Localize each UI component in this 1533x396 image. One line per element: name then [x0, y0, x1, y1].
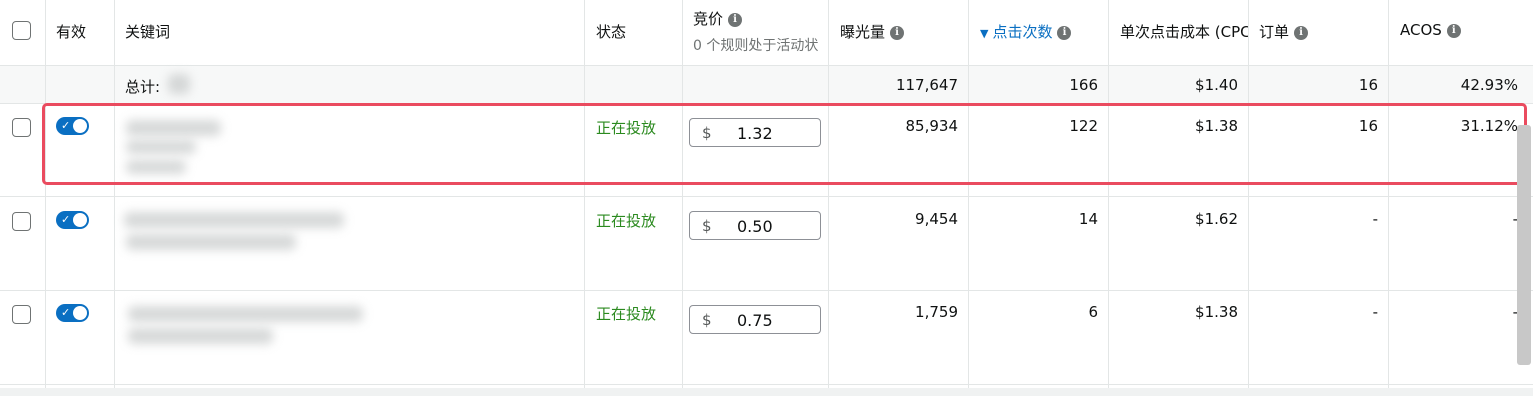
acos-cell: - [1512, 303, 1518, 321]
column-divider [1248, 0, 1249, 396]
column-divider [828, 0, 829, 396]
header-clicks-label: 点击次数 [992, 23, 1053, 41]
currency-symbol: $ [702, 311, 712, 329]
status-text: 正在投放 [596, 305, 657, 323]
blurred-keyword [126, 234, 296, 250]
enabled-toggle[interactable]: ✓ [56, 304, 89, 322]
keyword-table: 有效 关键词 状态 竞价 i 0 个规则处于活动状 曝光量 i ▼ 点击次数 i 单次点… [0, 0, 1533, 396]
header-bid-rules[interactable]: 0 个规则处于活动状 [693, 35, 828, 55]
header-acos-label: ACOS [1400, 21, 1442, 39]
blurred-keyword [128, 306, 363, 322]
bid-input[interactable]: $ 0.50 [689, 211, 821, 240]
header-impressions[interactable]: 曝光量 i [840, 21, 905, 42]
column-divider [584, 0, 585, 396]
blurred-keyword [128, 328, 273, 344]
bid-value: 0.75 [737, 311, 773, 330]
header-clicks[interactable]: ▼ 点击次数 i [980, 21, 1072, 42]
row-checkbox[interactable] [12, 212, 31, 231]
info-icon[interactable]: i [1294, 25, 1309, 40]
status-text: 正在投放 [596, 212, 657, 230]
clicks-cell: 14 [1078, 210, 1098, 228]
toggle-knob [73, 213, 87, 227]
header-status[interactable]: 状态 [596, 21, 626, 42]
check-icon: ✓ [61, 213, 71, 226]
header-impressions-label: 曝光量 [840, 23, 886, 41]
row-checkbox[interactable] [12, 305, 31, 324]
total-clicks: 166 [1069, 76, 1098, 94]
total-label: 总计: [125, 78, 161, 96]
header-cpc[interactable]: 单次点击成本 (CPC [1120, 21, 1248, 42]
total-cpc: $1.40 [1195, 76, 1238, 94]
horizontal-scrollbar-track[interactable] [0, 388, 1533, 396]
bid-value: 0.50 [737, 217, 773, 236]
header-orders-label: 订单 [1259, 23, 1290, 41]
vertical-scrollbar[interactable] [1517, 125, 1531, 365]
column-divider [968, 0, 969, 396]
orders-cell: - [1372, 303, 1378, 321]
clicks-cell: 6 [1088, 303, 1098, 321]
info-icon[interactable]: i [1446, 23, 1461, 38]
row-divider [0, 384, 1533, 385]
select-all-checkbox[interactable] [12, 21, 31, 40]
column-divider [45, 0, 46, 396]
total-acos: 42.93% [1460, 76, 1518, 94]
enabled-toggle[interactable]: ✓ [56, 211, 89, 229]
header-acos[interactable]: ACOS i [1400, 21, 1461, 39]
row-checkbox[interactable] [12, 118, 31, 137]
acos-cell: - [1512, 210, 1518, 228]
orders-cell: - [1372, 210, 1378, 228]
header-bid-label: 竞价 [693, 10, 724, 28]
header-bid[interactable]: 竞价 i [693, 8, 743, 29]
bid-input[interactable]: $ 0.75 [689, 305, 821, 334]
info-icon[interactable]: i [890, 25, 905, 40]
info-icon[interactable]: i [728, 12, 743, 27]
row-divider [0, 65, 1533, 66]
header-enabled[interactable]: 有效 [56, 21, 86, 42]
row-divider [0, 196, 1533, 197]
header-orders[interactable]: 订单 i [1259, 21, 1309, 42]
total-impressions: 117,647 [895, 76, 958, 94]
column-divider [1388, 0, 1389, 396]
sort-down-icon: ▼ [980, 27, 989, 40]
column-divider [114, 0, 115, 396]
check-icon: ✓ [61, 306, 71, 319]
header-keyword[interactable]: 关键词 [125, 21, 170, 42]
column-divider [1108, 0, 1109, 396]
toggle-knob [73, 306, 87, 320]
blurred-total [168, 74, 190, 94]
blurred-keyword [124, 212, 344, 228]
cpc-cell: $1.38 [1195, 303, 1238, 321]
row-divider [0, 290, 1533, 291]
impressions-cell: 1,759 [915, 303, 958, 321]
cpc-cell: $1.62 [1195, 210, 1238, 228]
column-divider [682, 0, 683, 396]
highlight-box [42, 103, 1527, 185]
currency-symbol: $ [702, 217, 712, 235]
total-orders: 16 [1358, 76, 1378, 94]
info-icon[interactable]: i [1057, 25, 1072, 40]
impressions-cell: 9,454 [915, 210, 958, 228]
